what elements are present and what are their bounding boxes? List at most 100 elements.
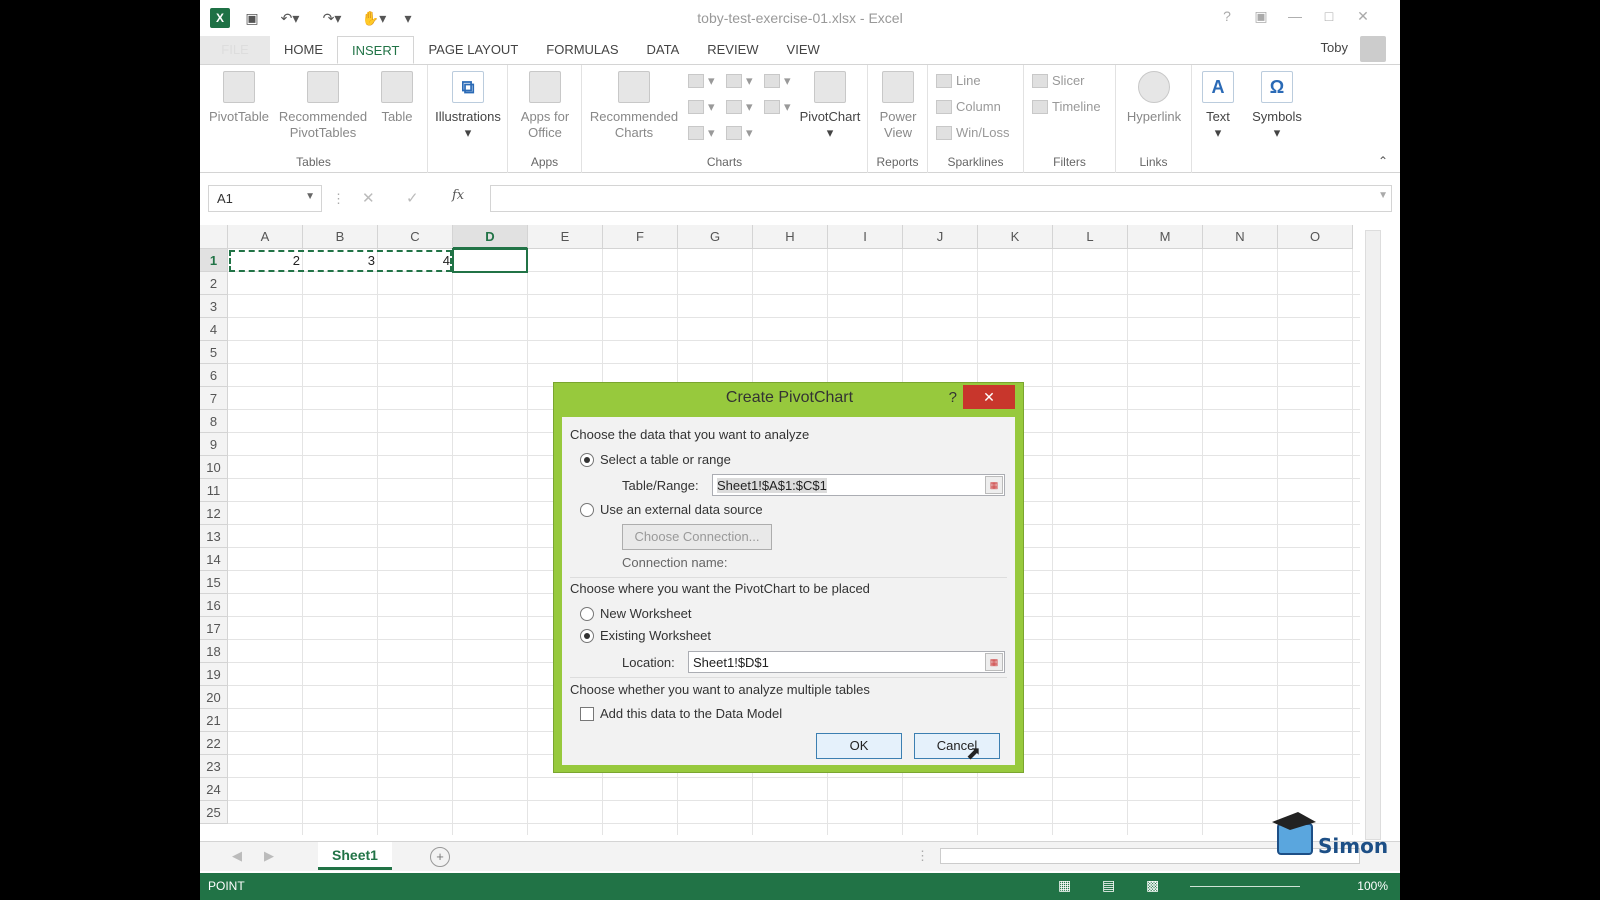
pie-chart-icon[interactable]: ▾ (688, 125, 715, 141)
scatter-chart-icon[interactable]: ▾ (726, 125, 753, 141)
row-header-23[interactable]: 23 (200, 755, 228, 778)
row-header-21[interactable]: 21 (200, 709, 228, 732)
ok-button[interactable]: OK (816, 733, 902, 759)
minimize-icon[interactable]: — (1284, 8, 1306, 28)
radio-new-worksheet[interactable] (580, 607, 594, 621)
recommended-pivottables-button[interactable]: Recommended PivotTables (276, 69, 370, 141)
tab-page-layout[interactable]: PAGE LAYOUT (414, 36, 532, 64)
name-box[interactable]: A1 ▼ (208, 185, 322, 212)
row-header-17[interactable]: 17 (200, 617, 228, 640)
prev-sheet-icon[interactable]: ◀ (232, 848, 242, 864)
radio-new-worksheet-label[interactable]: New Worksheet (600, 606, 692, 621)
column-header-d[interactable]: D (453, 225, 528, 249)
table-range-field[interactable]: Sheet1!$A$1:$C$1 ▦ (712, 474, 1005, 496)
choose-connection-button[interactable]: Choose Connection... (622, 524, 772, 550)
user-name[interactable]: Toby (1321, 40, 1348, 55)
radio-external-source-label[interactable]: Use an external data source (600, 502, 763, 517)
row-header-24[interactable]: 24 (200, 778, 228, 801)
column-header-h[interactable]: H (753, 225, 828, 249)
row-header-4[interactable]: 4 (200, 318, 228, 341)
page-break-view-icon[interactable]: ▩ (1146, 877, 1159, 894)
row-header-22[interactable]: 22 (200, 732, 228, 755)
sparkline-line-button[interactable]: Line (936, 73, 981, 88)
dialog-help-icon[interactable]: ? (949, 389, 957, 406)
column-header-l[interactable]: L (1053, 225, 1128, 249)
radio-select-table-label[interactable]: Select a table or range (600, 452, 731, 467)
row-header-10[interactable]: 10 (200, 456, 228, 479)
dialog-close-button[interactable]: ✕ (963, 385, 1015, 409)
text-button[interactable]: A Text ▾ (1196, 69, 1240, 141)
row-header-14[interactable]: 14 (200, 548, 228, 571)
slicer-button[interactable]: Slicer (1032, 73, 1085, 88)
column-header-a[interactable]: A (228, 225, 303, 249)
column-header-k[interactable]: K (978, 225, 1053, 249)
location-field[interactable]: Sheet1!$D$1 ▦ (688, 651, 1005, 673)
table-range-collapse-icon[interactable]: ▦ (985, 476, 1003, 494)
expand-formula-icon[interactable]: ▼ (1378, 190, 1388, 201)
row-header-9[interactable]: 9 (200, 433, 228, 456)
statistic-chart-icon[interactable]: ▾ (764, 99, 791, 115)
timeline-button[interactable]: Timeline (1032, 99, 1101, 114)
tab-review[interactable]: REVIEW (693, 36, 772, 64)
row-header-6[interactable]: 6 (200, 364, 228, 387)
formula-input[interactable] (490, 185, 1392, 212)
column-header-i[interactable]: I (828, 225, 903, 249)
add-sheet-icon[interactable]: + (430, 847, 450, 867)
maximize-icon[interactable]: □ (1318, 8, 1340, 28)
radio-select-table[interactable] (580, 453, 594, 467)
column-header-b[interactable]: B (303, 225, 378, 249)
ribbon-display-icon[interactable]: ▣ (1250, 8, 1272, 28)
location-collapse-icon[interactable]: ▦ (985, 653, 1003, 671)
row-header-3[interactable]: 3 (200, 295, 228, 318)
column-header-f[interactable]: F (603, 225, 678, 249)
collapse-ribbon-icon[interactable]: ⌃ (1378, 154, 1388, 168)
column-chart-icon[interactable]: ▾ (688, 73, 715, 89)
row-header-12[interactable]: 12 (200, 502, 228, 525)
stock-chart-icon[interactable]: ▾ (688, 99, 715, 115)
help-icon[interactable]: ? (1216, 8, 1238, 28)
tab-file[interactable]: FILE (200, 36, 270, 64)
power-view-button[interactable]: Power View (872, 69, 924, 141)
row-header-16[interactable]: 16 (200, 594, 228, 617)
pivottable-button[interactable]: PivotTable (206, 69, 272, 125)
vertical-scrollbar[interactable] (1365, 230, 1381, 840)
row-header-8[interactable]: 8 (200, 410, 228, 433)
row-header-15[interactable]: 15 (200, 571, 228, 594)
normal-view-icon[interactable]: ▦ (1058, 877, 1071, 894)
radio-existing-worksheet-label[interactable]: Existing Worksheet (600, 628, 711, 643)
symbols-button[interactable]: Ω Symbols ▾ (1248, 69, 1306, 141)
tab-split-dots-icon[interactable]: ⋮ (916, 848, 929, 864)
name-box-dropdown-icon[interactable]: ▼ (305, 191, 315, 202)
row-header-7[interactable]: 7 (200, 387, 228, 410)
tab-home[interactable]: HOME (270, 36, 337, 64)
column-header-c[interactable]: C (378, 225, 453, 249)
column-header-j[interactable]: J (903, 225, 978, 249)
tab-data[interactable]: DATA (633, 36, 694, 64)
active-cell-d1[interactable] (452, 248, 528, 273)
data-model-checkbox-label[interactable]: Add this data to the Data Model (600, 706, 782, 721)
row-header-5[interactable]: 5 (200, 341, 228, 364)
illustrations-button[interactable]: ⧉ Illustrations ▾ (432, 69, 504, 141)
hierarchy-chart-icon[interactable]: ▾ (764, 73, 791, 89)
confirm-entry-icon[interactable]: ✓ (406, 189, 419, 207)
hyperlink-button[interactable]: Hyperlink (1120, 69, 1188, 125)
sheet-tab-sheet1[interactable]: Sheet1 (318, 842, 392, 870)
radio-external-source[interactable] (580, 503, 594, 517)
row-header-11[interactable]: 11 (200, 479, 228, 502)
tab-view[interactable]: VIEW (773, 36, 834, 64)
row-header-2[interactable]: 2 (200, 272, 228, 295)
column-header-n[interactable]: N (1203, 225, 1278, 249)
column-header-m[interactable]: M (1128, 225, 1203, 249)
sparkline-winloss-button[interactable]: Win/Loss (936, 125, 1009, 140)
cancel-button[interactable]: Cancel (914, 733, 1000, 759)
close-icon[interactable]: ✕ (1352, 8, 1374, 28)
cancel-entry-icon[interactable]: ✕ (362, 189, 375, 207)
apps-for-office-button[interactable]: Apps for Office (512, 69, 578, 141)
row-header-25[interactable]: 25 (200, 801, 228, 824)
tab-insert[interactable]: INSERT (337, 36, 415, 64)
bar-chart-icon[interactable]: ▾ (726, 73, 753, 89)
select-all-corner[interactable] (200, 225, 228, 249)
next-sheet-icon[interactable]: ▶ (264, 848, 274, 864)
area-chart-icon[interactable]: ▾ (726, 99, 753, 115)
data-model-checkbox[interactable] (580, 707, 594, 721)
